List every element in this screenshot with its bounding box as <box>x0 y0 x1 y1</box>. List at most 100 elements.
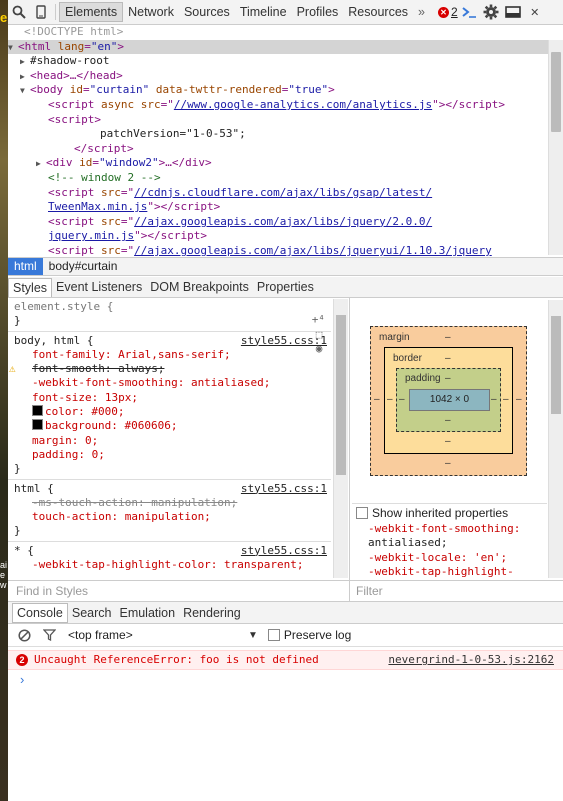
analytics-link[interactable]: //www.google-analytics.com/analytics.js <box>174 98 432 111</box>
tab-network[interactable]: Network <box>123 1 179 23</box>
breadcrumb-html[interactable]: html <box>8 258 43 275</box>
console-prompt[interactable]: › <box>20 672 24 687</box>
dom-tree[interactable]: <!DOCTYPE html> ▼ <html lang="en"> ▶ #shad… <box>8 25 548 257</box>
expand-triangle-icon[interactable]: ▼ <box>8 41 18 56</box>
tab-dom-breakpoints[interactable]: DOM Breakpoints <box>146 278 253 296</box>
styles-scrollbar-thumb[interactable] <box>336 315 346 475</box>
show-inherited-checkbox[interactable] <box>356 507 368 519</box>
computed-properties: Show inherited properties -webkit-font-s… <box>352 503 547 579</box>
devtools-toolbar: Elements Network Sources Timeline Profil… <box>8 0 563 25</box>
error-source-link[interactable]: nevergrind-1-0-53.js:2162 <box>388 653 554 666</box>
style-rule-body-html[interactable]: body, html {style55.css:1 font-family: A… <box>8 332 331 480</box>
toolbar-separator <box>55 4 56 20</box>
dom-head-node[interactable]: ▶ <head>…</head> <box>8 69 548 84</box>
rule-selector: * { <box>14 543 34 557</box>
color-swatch[interactable] <box>32 405 43 417</box>
error-text: Uncaught ReferenceError: foo is not defi… <box>34 653 319 666</box>
dom-script-text[interactable]: patchVersion="1-0-53"; <box>8 127 548 142</box>
expand-triangle-icon[interactable]: ▼ <box>20 84 30 99</box>
dom-script-jqueryui[interactable]: <script src="//ajax.googleapis.com/ajax/… <box>8 244 548 257</box>
error-count: 2 <box>450 5 458 19</box>
chevron-down-icon[interactable]: ▼ <box>248 630 258 641</box>
jqueryui-link[interactable]: //ajax.googleapis.com/ajax/libs/jqueryui… <box>134 244 492 257</box>
tab-styles[interactable]: Styles <box>8 277 53 297</box>
error-count-badge: 2 <box>16 654 28 666</box>
rule-source-link[interactable]: style55.css:1 <box>241 482 327 496</box>
dom-html-node[interactable]: ▼ <html lang="en"> <box>8 39 548 56</box>
tab-search[interactable]: Search <box>68 604 116 622</box>
find-in-styles-input[interactable]: Find in Styles <box>16 584 88 598</box>
search-icon[interactable] <box>8 1 30 23</box>
tab-properties[interactable]: Properties <box>253 278 318 296</box>
frame-selector[interactable]: <top frame> <box>68 628 248 642</box>
dom-script-close[interactable]: </script> <box>8 142 548 157</box>
show-inherited-row[interactable]: Show inherited properties <box>352 504 547 522</box>
dom-shadow-root[interactable]: ▶ #shadow-root <box>8 54 548 69</box>
rule-source-link[interactable]: style55.css:1 <box>241 544 327 558</box>
page-sliver: e ai e w <box>0 0 8 801</box>
color-swatch[interactable] <box>32 419 43 431</box>
new-rule-icon[interactable]: +⁴ <box>312 313 325 326</box>
collapse-triangle-icon[interactable]: ▶ <box>20 55 30 70</box>
border-left-value: – <box>387 394 393 405</box>
padding-right-value: – <box>491 394 497 405</box>
style-rule-universal[interactable]: * {style55.css:1 -webkit-tap-highlight-c… <box>8 542 331 575</box>
tab-profiles[interactable]: Profiles <box>292 1 344 23</box>
filter-icon[interactable] <box>43 629 56 641</box>
jquery-link[interactable]: //ajax.googleapis.com/ajax/libs/jquery/2… <box>134 215 432 228</box>
close-icon[interactable]: ✕ <box>524 1 546 23</box>
console-drawer-icon[interactable] <box>458 1 480 23</box>
more-tabs-button[interactable]: » <box>413 1 430 23</box>
computed-filter-input[interactable]: Filter <box>356 584 383 598</box>
margin-label: margin <box>379 332 410 343</box>
collapse-triangle-icon[interactable]: ▶ <box>20 70 30 85</box>
dom-div-window2[interactable]: ▶ <div id="window2">…</div> <box>8 156 548 171</box>
tab-resources[interactable]: Resources <box>343 1 413 23</box>
styles-pane[interactable]: element.style { +⁴ ⬚ ◉ } body, html {sty… <box>8 298 331 578</box>
dom-script-tweenmax[interactable]: <script src="//cdnjs.cloudflare.com/ajax… <box>8 186 548 201</box>
dom-script-jquery[interactable]: <script src="//ajax.googleapis.com/ajax/… <box>8 215 548 230</box>
dom-script-inline[interactable]: <script> <box>8 113 548 128</box>
tab-timeline[interactable]: Timeline <box>235 1 292 23</box>
border-right-value: – <box>503 394 509 405</box>
computed-scrollbar[interactable] <box>548 300 563 578</box>
collapse-triangle-icon[interactable]: ▶ <box>36 157 46 172</box>
padding-bottom-value: – <box>445 415 451 426</box>
box-model-padding: padding – – – – 1042 × 0 <box>396 368 501 432</box>
element-style-rule[interactable]: element.style { +⁴ ⬚ ◉ } <box>8 298 331 355</box>
gear-icon[interactable] <box>480 1 502 23</box>
margin-left-value: – <box>374 394 380 405</box>
border-top-value: – <box>445 353 451 364</box>
tab-emulation[interactable]: Emulation <box>115 604 179 622</box>
device-mode-icon[interactable] <box>30 1 52 23</box>
dom-script-analytics[interactable]: <script async src="//www.google-analytic… <box>8 98 548 113</box>
dom-script-jquery-cont[interactable]: jquery.min.js"></script> <box>8 229 548 244</box>
dom-comment[interactable]: <!-- window 2 --> <box>8 171 548 186</box>
computed-line: -webkit-font-smoothing: <box>368 522 521 535</box>
page-sliver-letter: e <box>0 10 8 25</box>
tab-event-listeners[interactable]: Event Listeners <box>52 278 146 296</box>
rule-source-link[interactable]: style55.css:1 <box>241 334 327 348</box>
tab-rendering[interactable]: Rendering <box>179 604 245 622</box>
dom-scrollbar[interactable] <box>548 40 563 255</box>
tab-elements[interactable]: Elements <box>59 2 124 22</box>
preserve-log-checkbox[interactable] <box>267 629 280 641</box>
error-icon: ✕ <box>437 6 449 18</box>
dock-side-icon[interactable] <box>502 1 524 23</box>
drawer-tabs: Console Search Emulation Rendering <box>8 602 563 624</box>
dom-doctype[interactable]: <!DOCTYPE html> <box>8 25 548 40</box>
breadcrumb-body[interactable]: body#curtain <box>43 258 124 275</box>
tab-console[interactable]: Console <box>12 602 68 623</box>
dom-script-tweenmax-cont[interactable]: TweenMax.min.js"></script> <box>8 200 548 215</box>
tweenmax-link[interactable]: //cdnjs.cloudflare.com/ajax/libs/gsap/la… <box>134 186 432 199</box>
error-counter[interactable]: ✕ 2 <box>437 5 458 19</box>
dom-body-node[interactable]: ▼ <body id="curtain" data-twttr-rendered=… <box>8 83 548 98</box>
tab-sources[interactable]: Sources <box>179 1 235 23</box>
styles-scrollbar[interactable] <box>333 299 348 578</box>
console-error-message[interactable]: 2 Uncaught ReferenceError: foo is not de… <box>8 650 563 670</box>
dom-scrollbar-thumb[interactable] <box>551 52 561 132</box>
computed-scrollbar-thumb[interactable] <box>551 316 561 414</box>
pane-divider[interactable] <box>349 298 350 601</box>
style-rule-html[interactable]: html {style55.css:1 -ms-touch-action: ma… <box>8 480 331 542</box>
clear-console-icon[interactable] <box>18 628 31 642</box>
